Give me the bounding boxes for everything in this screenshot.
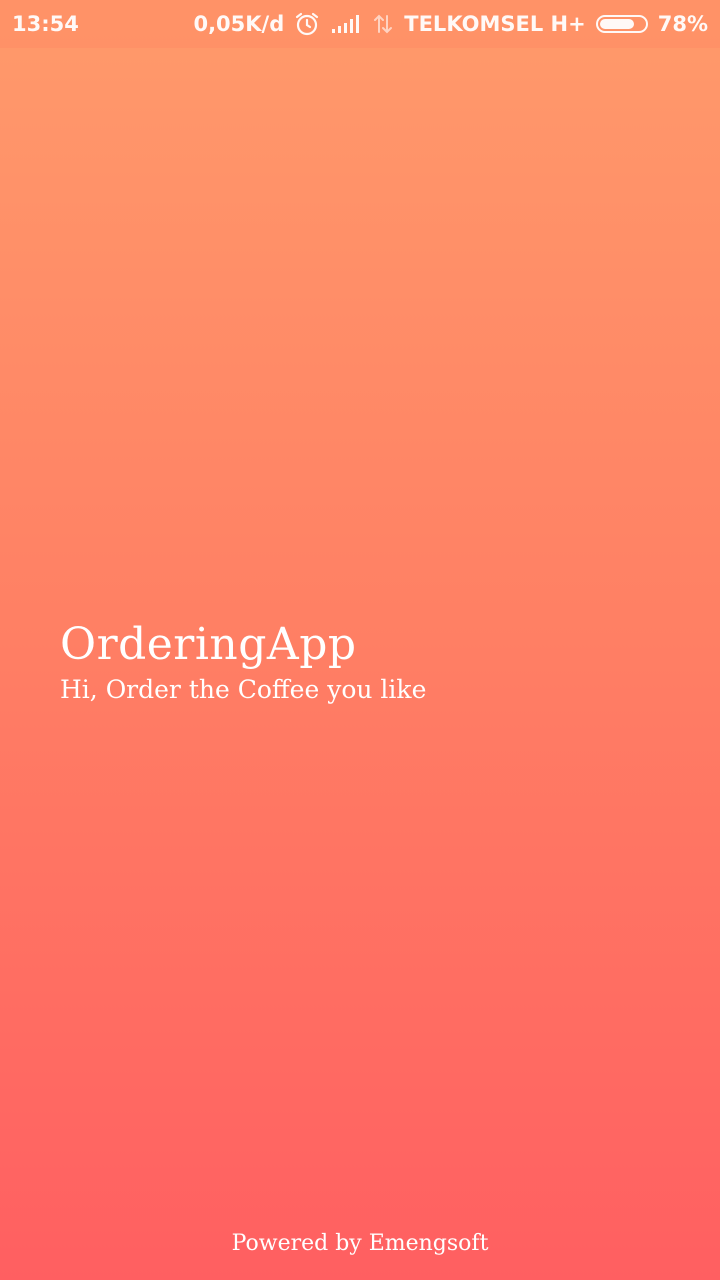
alarm-icon [294,11,320,37]
app-subtitle: Hi, Order the Coffee you like [60,675,427,704]
signal-icon [330,13,362,35]
battery-percent: 78% [657,12,708,36]
data-transfer-icon [372,12,394,36]
status-left: 13:54 [12,12,79,36]
status-right: 0,05K/d TELKOMSEL H+ 78% [193,11,708,37]
splash-brand: OrderingApp Hi, Order the Coffee you lik… [60,618,426,706]
status-bar: 13:54 0,05K/d TELKOMSEL H+ 78% [0,0,720,48]
battery-icon [595,15,648,33]
data-speed: 0,05K/d [193,12,285,36]
status-time: 13:54 [12,12,79,36]
carrier-label: TELKOMSEL H+ [404,12,586,36]
powered-by-footer: Powered by Emengsoft [231,1231,489,1256]
battery-fill [599,19,635,29]
app-title: OrderingApp [60,619,357,670]
